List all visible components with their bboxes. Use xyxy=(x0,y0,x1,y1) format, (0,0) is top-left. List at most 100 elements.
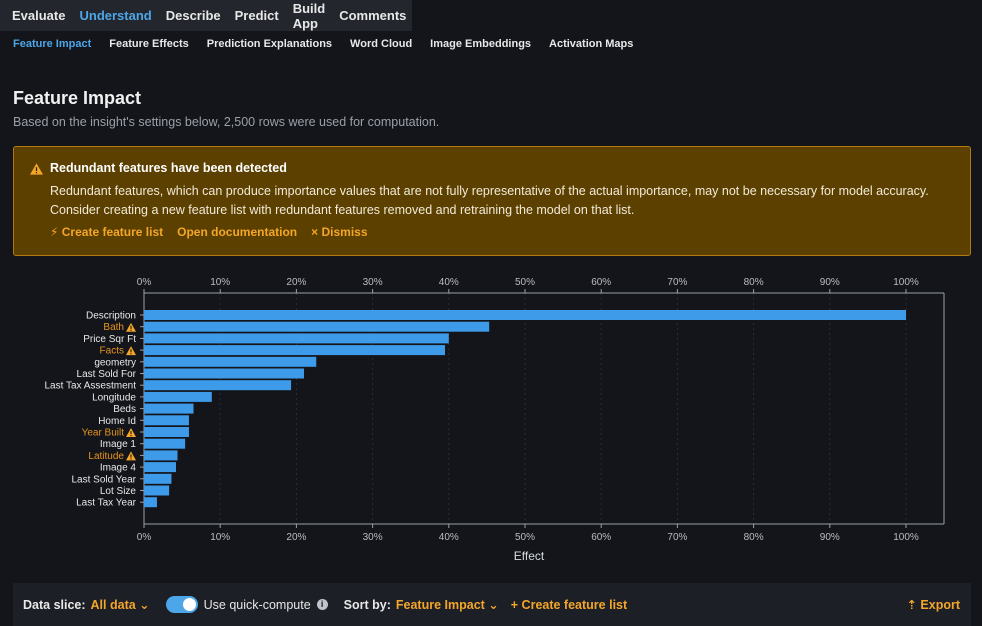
bar xyxy=(144,438,186,449)
tick-label-bottom: 70% xyxy=(667,532,687,543)
tab-evaluate[interactable]: Evaluate xyxy=(12,8,65,23)
category-label: Home Id xyxy=(98,416,136,427)
subtab-activation-maps[interactable]: Activation Maps xyxy=(549,38,633,50)
redundant-features-banner: Redundant features have been detected Re… xyxy=(13,146,971,256)
sub-nav: Feature Impact Feature Effects Predictio… xyxy=(13,38,633,50)
subtab-word-cloud[interactable]: Word Cloud xyxy=(350,38,412,50)
tick-label-top: 0% xyxy=(137,277,152,288)
category-label: Last Sold Year xyxy=(72,474,137,485)
data-slice-dropdown[interactable]: All data ⌄ xyxy=(91,597,150,612)
banner-actions: ⚡ Create feature list Open documentation… xyxy=(50,225,368,239)
warning-icon xyxy=(30,163,43,175)
subtab-image-embeddings[interactable]: Image Embeddings xyxy=(430,38,531,50)
bar xyxy=(144,321,490,332)
tick-label-top: 10% xyxy=(210,277,230,288)
tick-label-bottom: 40% xyxy=(439,532,459,543)
quick-compute-label: Use quick-compute xyxy=(203,597,311,612)
warning-icon-dot xyxy=(130,353,132,355)
banner-title: Redundant features have been detected xyxy=(50,161,287,175)
tab-build-app[interactable]: Build App xyxy=(293,1,326,31)
bar xyxy=(144,462,177,473)
category-label: Lot Size xyxy=(100,486,137,497)
quick-compute-toggle[interactable] xyxy=(165,596,198,613)
bar xyxy=(144,356,317,367)
bar xyxy=(144,333,449,344)
category-label: Longitude xyxy=(92,392,136,403)
sort-by-dropdown[interactable]: Feature Impact ⌄ xyxy=(396,597,499,612)
data-slice-label: Data slice: xyxy=(23,597,86,612)
category-label: Facts xyxy=(100,346,124,357)
sort-by-value: Feature Impact xyxy=(395,598,485,612)
tab-predict[interactable]: Predict xyxy=(235,8,279,23)
create-feature-list-link[interactable]: ⚡ Create feature list xyxy=(50,225,163,239)
warning-icon-mark xyxy=(130,431,132,435)
open-documentation-link[interactable]: Open documentation xyxy=(177,225,297,239)
tick-label-bottom: 80% xyxy=(744,532,764,543)
tick-label-bottom: 50% xyxy=(515,532,535,543)
info-icon[interactable]: i xyxy=(316,599,328,610)
bar xyxy=(144,485,170,496)
tick-label-bottom: 90% xyxy=(820,532,840,543)
page-title: Feature Impact xyxy=(13,88,142,108)
tick-label-bottom: 20% xyxy=(286,532,306,543)
tab-understand[interactable]: Understand xyxy=(79,8,151,23)
category-label: Image 1 xyxy=(100,439,137,450)
export-button[interactable]: ⇡ Export xyxy=(906,597,960,612)
feature-impact-chart: 0% 0% 10% 10% 20% 20% 30% 30% 40% 40% 50% 50% 60% 60%… xyxy=(13,262,971,574)
warning-icon-dot xyxy=(130,458,132,460)
warning-icon-dot xyxy=(130,435,132,437)
category-label: Year Built xyxy=(82,428,125,439)
category-label: Description xyxy=(86,311,136,322)
tick-label-top: 60% xyxy=(591,277,611,288)
bar xyxy=(144,427,189,437)
bottom-toolbar: Data slice: All data ⌄ Use quick-compute… xyxy=(13,583,971,626)
tick-label-bottom: 0% xyxy=(137,532,152,543)
sort-by-label: Sort by: xyxy=(343,597,391,612)
bar xyxy=(144,391,212,402)
tick-label-top: 70% xyxy=(667,277,687,288)
tick-label-top: 50% xyxy=(515,277,535,288)
category-label: Beds xyxy=(113,404,136,415)
tab-comments[interactable]: Comments xyxy=(339,8,406,23)
dismiss-button[interactable]: × Dismiss xyxy=(311,225,367,239)
tab-describe[interactable]: Describe xyxy=(166,8,221,23)
bar xyxy=(144,345,445,356)
category-label: Bath xyxy=(103,322,124,333)
category-label: Last Tax Assestment xyxy=(44,381,136,392)
warning-icon-mark xyxy=(130,325,132,329)
tick-label-bottom: 60% xyxy=(591,532,611,543)
x-axis-label: Effect xyxy=(514,549,545,563)
tick-label-bottom: 30% xyxy=(363,532,383,543)
bar xyxy=(144,403,194,414)
create-feature-list-button[interactable]: + Create feature list xyxy=(511,598,627,612)
bar xyxy=(144,473,172,484)
bar xyxy=(144,368,305,379)
bar xyxy=(144,450,178,461)
category-label: Last Sold For xyxy=(77,369,137,380)
bar xyxy=(144,310,906,320)
bar xyxy=(144,415,189,426)
category-label: Last Tax Year xyxy=(76,498,137,509)
tick-label-bottom: 10% xyxy=(210,532,230,543)
toggle-knob xyxy=(182,598,196,611)
subtab-feature-effects[interactable]: Feature Effects xyxy=(109,38,188,50)
subtab-prediction-explanations[interactable]: Prediction Explanations xyxy=(207,38,332,50)
category-label: Image 4 xyxy=(100,463,137,474)
tick-label-top: 80% xyxy=(744,277,764,288)
chevron-down-icon: ⌄ xyxy=(488,598,499,612)
category-label: Latitude xyxy=(88,451,124,462)
bar xyxy=(144,380,292,391)
tick-label-top: 20% xyxy=(286,277,306,288)
category-label: geometry xyxy=(94,357,136,368)
tick-label-top: 30% xyxy=(363,277,383,288)
tick-label-bottom: 100% xyxy=(893,532,919,543)
tick-label-top: 90% xyxy=(820,277,840,288)
page-subtitle: Based on the insight's settings below, 2… xyxy=(13,115,440,129)
subtab-feature-impact[interactable]: Feature Impact xyxy=(13,38,91,50)
chevron-down-icon: ⌄ xyxy=(139,598,150,612)
data-slice-value: All data xyxy=(90,598,136,612)
tick-label-top: 100% xyxy=(893,277,919,288)
warning-icon-dot xyxy=(130,329,132,331)
warning-icon-mark xyxy=(130,349,132,353)
bar xyxy=(144,497,157,508)
